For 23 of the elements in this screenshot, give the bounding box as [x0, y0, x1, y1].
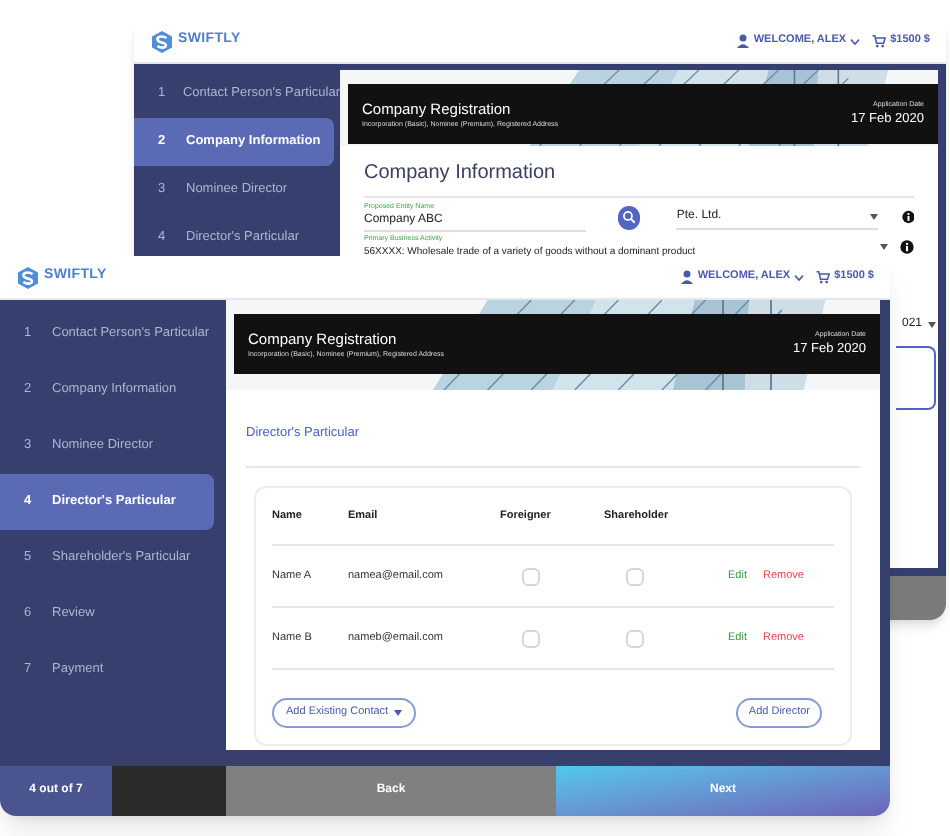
cart-icon[interactable] — [872, 34, 887, 48]
user-icon — [735, 34, 750, 48]
chevron-down-icon — [850, 37, 861, 45]
logo-icon — [16, 265, 40, 289]
checkbox[interactable] — [522, 629, 540, 647]
checkbox[interactable] — [522, 567, 540, 585]
search-button[interactable] — [618, 205, 641, 230]
checkbox[interactable] — [626, 567, 644, 585]
logo-icon — [150, 29, 174, 53]
user-icon — [679, 270, 694, 284]
info-icon[interactable] — [901, 210, 914, 225]
info-icon[interactable] — [900, 240, 914, 255]
text-area[interactable] — [896, 346, 936, 410]
caret-icon — [928, 322, 936, 328]
caret-icon — [880, 244, 888, 251]
footer-bar — [112, 766, 226, 816]
caret-icon — [869, 213, 877, 220]
search-icon — [622, 210, 637, 225]
checkbox[interactable] — [626, 629, 644, 647]
cart-icon[interactable] — [816, 270, 831, 284]
chevron-down-icon — [794, 273, 805, 281]
section-title: Company Information — [364, 146, 914, 198]
caret-icon — [394, 710, 403, 716]
